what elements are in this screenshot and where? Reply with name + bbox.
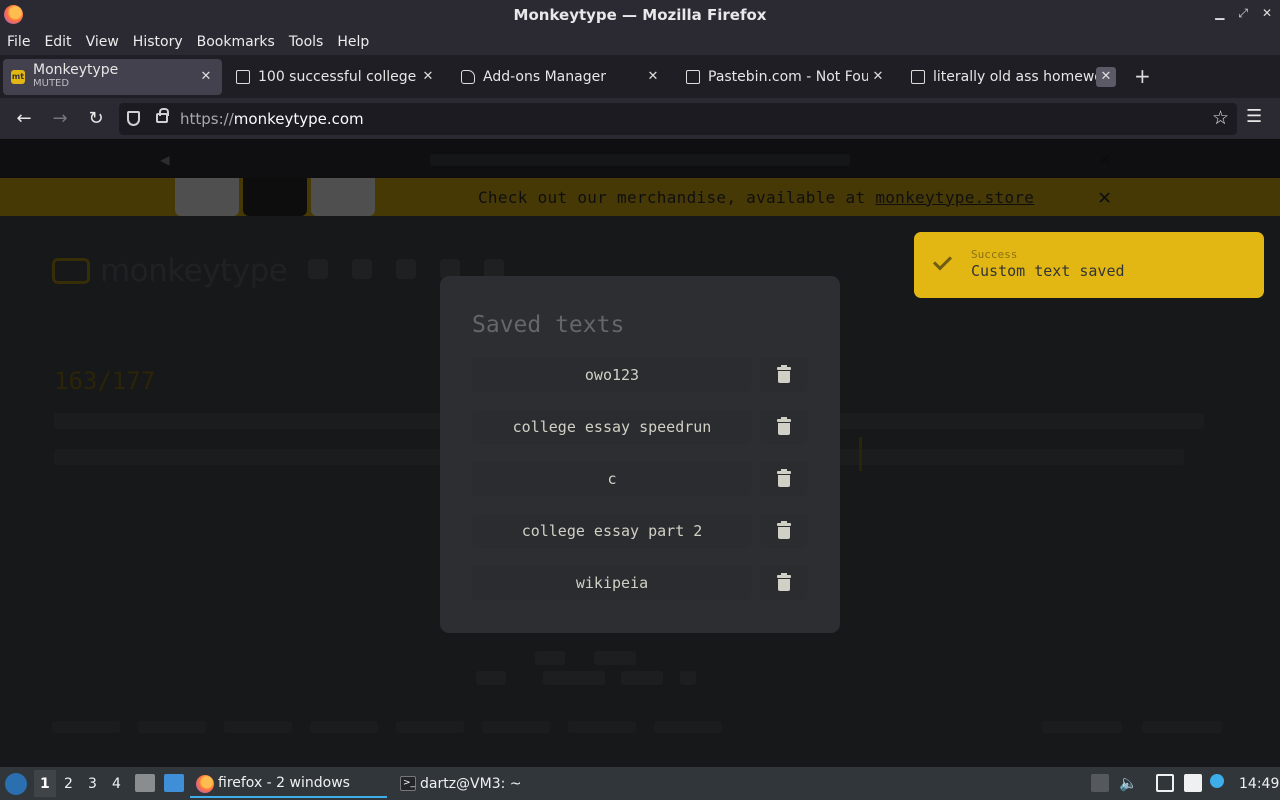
- minimize-icon[interactable]: ▁: [1215, 6, 1224, 21]
- trash-icon: [777, 573, 791, 591]
- close-tab-icon[interactable]: ✕: [1096, 67, 1116, 87]
- bookmark-star-icon[interactable]: ☆: [1212, 107, 1229, 129]
- saved-text-button[interactable]: owo123: [472, 358, 752, 392]
- window-titlebar: Monkeytype — Mozilla Firefox ▁ ⤢ ✕: [0, 0, 1280, 29]
- success-notification[interactable]: Success Custom text saved: [914, 232, 1264, 298]
- page-icon: [686, 70, 700, 84]
- url-protocol: https://: [180, 110, 234, 128]
- nav-bar: ← → ↻ https://monkeytype.com ☆ ☰: [0, 98, 1280, 140]
- tab-title: 100 successful college ap: [258, 69, 418, 85]
- delete-saved-text-button[interactable]: [760, 410, 808, 444]
- terminal-icon: >_: [400, 776, 416, 791]
- page-content: ◀ ✕ Check out our merchandise, available…: [0, 141, 1280, 767]
- page-icon: [236, 70, 250, 84]
- close-tab-icon[interactable]: ✕: [868, 67, 888, 87]
- clipboard-icon[interactable]: [1184, 774, 1202, 792]
- tab-pastebin[interactable]: Pastebin.com - Not Found ✕: [678, 59, 894, 95]
- window-title: Monkeytype — Mozilla Firefox: [513, 5, 767, 24]
- tab-title: Add-ons Manager: [483, 69, 606, 85]
- menu-file[interactable]: File: [7, 34, 30, 50]
- workspace-3[interactable]: 3: [88, 776, 97, 792]
- clock[interactable]: 14:49: [1239, 776, 1279, 792]
- menu-view[interactable]: View: [86, 34, 119, 50]
- back-arrow-icon[interactable]: ←: [11, 106, 37, 132]
- notification-message: Custom text saved: [971, 262, 1125, 280]
- forward-arrow-icon[interactable]: →: [47, 106, 73, 132]
- tab-strip: mt Monkeytype MUTED ✕ 100 successful col…: [0, 55, 1280, 98]
- trash-icon: [777, 365, 791, 383]
- saved-text-button[interactable]: wikipeia: [472, 566, 752, 600]
- tray-arrow-icon[interactable]: [1091, 774, 1109, 792]
- lock-icon[interactable]: [156, 108, 169, 123]
- saved-text-row: college essay speedrun: [472, 410, 808, 444]
- tab-muted-label: MUTED: [33, 78, 70, 89]
- page-icon: [911, 70, 925, 84]
- saved-text-button[interactable]: college essay speedrun: [472, 410, 752, 444]
- firefox-icon: [196, 775, 214, 793]
- tracking-protection-shield-icon[interactable]: [127, 111, 140, 126]
- task-label: dartz@VM3: ~: [420, 775, 522, 792]
- delete-saved-text-button[interactable]: [760, 462, 808, 496]
- delete-saved-text-button[interactable]: [760, 358, 808, 392]
- saved-texts-modal: Saved texts owo123 college essay speedru…: [440, 276, 840, 633]
- saved-text-row: c: [472, 462, 808, 496]
- monkeytype-favicon-icon: mt: [11, 70, 25, 84]
- modal-title: Saved texts: [472, 312, 625, 338]
- close-tab-icon[interactable]: ✕: [196, 67, 216, 87]
- saved-text-row: college essay part 2: [472, 514, 808, 548]
- puzzle-icon: [461, 70, 475, 84]
- taskbar-firefox[interactable]: firefox - 2 windows: [190, 769, 387, 798]
- trash-icon: [777, 417, 791, 435]
- reload-icon[interactable]: ↻: [83, 106, 109, 132]
- taskbar: 1 2 3 4 firefox - 2 windows >_ dartz@VM3…: [0, 767, 1280, 800]
- close-tab-icon[interactable]: ✕: [643, 67, 663, 87]
- firefox-logo-icon: [4, 5, 23, 24]
- volume-icon[interactable]: 🔈: [1119, 774, 1138, 792]
- application-launcher-icon[interactable]: [5, 773, 27, 795]
- delete-saved-text-button[interactable]: [760, 514, 808, 548]
- saved-text-row: wikipeia: [472, 566, 808, 600]
- tab-title: Pastebin.com - Not Found: [708, 69, 868, 85]
- tab-title: literally old ass homewo: [933, 69, 1096, 85]
- notifications-icon[interactable]: [1210, 774, 1224, 788]
- hamburger-menu-icon[interactable]: ☰: [1246, 106, 1262, 127]
- tab-monkeytype[interactable]: mt Monkeytype MUTED ✕: [3, 59, 222, 95]
- checkmark-icon: [932, 251, 953, 271]
- tab-title: Monkeytype: [33, 63, 119, 77]
- desktop-icon[interactable]: [164, 774, 184, 792]
- delete-saved-text-button[interactable]: [760, 566, 808, 600]
- new-tab-icon[interactable]: +: [1134, 64, 1151, 88]
- window-controls: ▁ ⤢ ✕: [1215, 6, 1272, 21]
- notification-label: Success: [971, 248, 1018, 261]
- tab-addons-manager[interactable]: Add-ons Manager ✕: [453, 59, 669, 95]
- menu-history[interactable]: History: [133, 34, 183, 50]
- saved-text-button[interactable]: c: [472, 462, 752, 496]
- tab-college-essays[interactable]: 100 successful college ap ✕: [228, 59, 444, 95]
- tab-homework[interactable]: literally old ass homewo ✕: [903, 59, 1122, 95]
- restore-icon[interactable]: ⤢: [1238, 6, 1248, 21]
- workspace-4[interactable]: 4: [112, 776, 121, 792]
- workspace-2[interactable]: 2: [64, 776, 73, 792]
- saved-text-row: owo123: [472, 358, 808, 392]
- url-host: monkeytype.com: [233, 110, 364, 128]
- url-text[interactable]: https://monkeytype.com: [180, 110, 364, 128]
- menu-edit[interactable]: Edit: [44, 34, 71, 50]
- menu-bookmarks[interactable]: Bookmarks: [197, 34, 275, 50]
- trash-icon: [777, 469, 791, 487]
- menu-help[interactable]: Help: [337, 34, 369, 50]
- network-icon[interactable]: [1156, 774, 1174, 792]
- url-bar[interactable]: https://monkeytype.com ☆: [119, 103, 1237, 135]
- file-manager-icon[interactable]: [135, 774, 155, 792]
- taskbar-terminal[interactable]: >_ dartz@VM3: ~: [392, 769, 552, 798]
- menu-tools[interactable]: Tools: [289, 34, 324, 50]
- saved-text-button[interactable]: college essay part 2: [472, 514, 752, 548]
- trash-icon: [777, 521, 791, 539]
- close-tab-icon[interactable]: ✕: [418, 67, 438, 87]
- workspace-1[interactable]: 1: [40, 776, 50, 792]
- task-label: firefox - 2 windows: [218, 774, 350, 791]
- menu-bar: File Edit View History Bookmarks Tools H…: [0, 29, 1280, 55]
- close-window-icon[interactable]: ✕: [1262, 6, 1272, 21]
